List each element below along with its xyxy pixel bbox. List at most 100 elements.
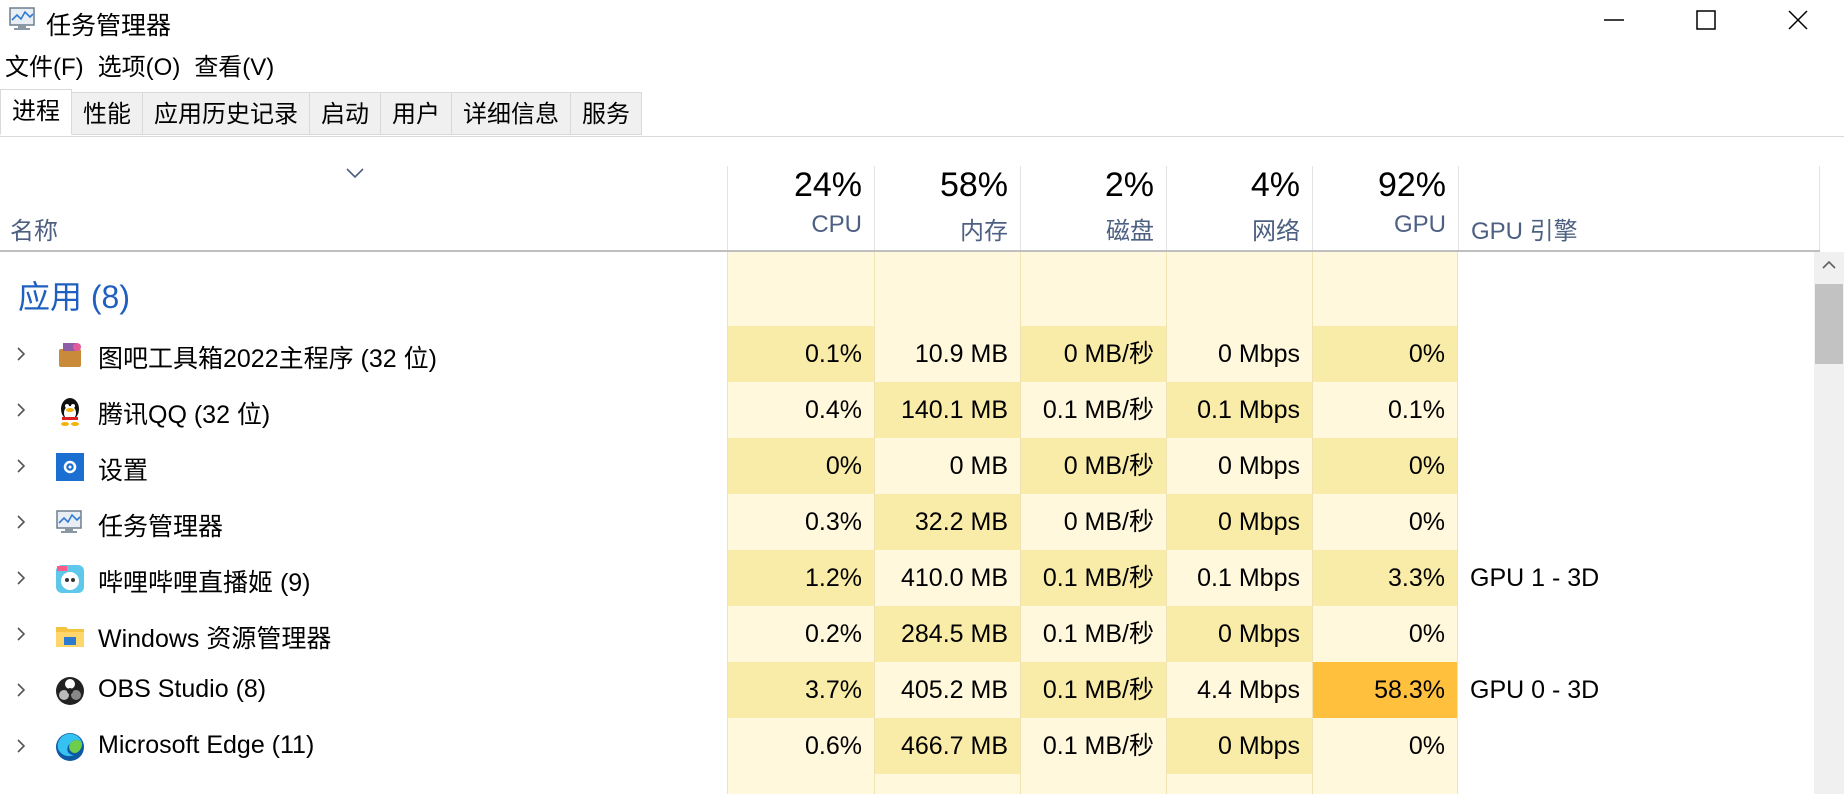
chevron-right-icon[interactable]: [14, 400, 28, 420]
header-name[interactable]: 名称: [10, 211, 58, 246]
table-row[interactable]: OBS Studio (8) 3.7% 405.2 MB 0.1 MB/秒 4.4 Mb…: [0, 662, 1812, 718]
header-memory[interactable]: 58% 内存: [874, 166, 1020, 250]
vertical-scrollbar[interactable]: [1814, 252, 1844, 794]
cell-empty: [1166, 774, 1312, 794]
table-row[interactable]: Windows 资源管理器 0.2% 284.5 MB 0.1 MB/秒 0 Mbps 0…: [0, 606, 1812, 662]
header-network-percent: 4%: [1250, 166, 1300, 204]
cell-disk: 0 MB/秒: [1020, 494, 1166, 550]
chevron-right-icon[interactable]: [14, 456, 28, 476]
cell-cpu: 0.3%: [727, 494, 874, 550]
header-gpu-label: GPU: [1393, 211, 1446, 238]
cell-net: 4.4 Mbps: [1166, 662, 1312, 718]
maximize-icon: [1696, 10, 1716, 30]
cell-gpu: 0%: [1312, 494, 1458, 550]
window-title: 任务管理器: [46, 12, 172, 40]
tab-app-history[interactable]: 应用历史记录: [143, 92, 310, 135]
title-bar: 任务管理器: [0, 0, 1844, 40]
bilibili-live-icon: [56, 565, 84, 593]
settings-gear-icon: [56, 453, 84, 481]
group-title: 应用 (8): [18, 279, 131, 315]
close-button[interactable]: [1752, 0, 1844, 40]
tab-startup[interactable]: 启动: [310, 92, 381, 135]
cell-disk: 0 MB/秒: [1020, 326, 1166, 382]
scrollbar-thumb[interactable]: [1815, 284, 1843, 364]
maximize-button[interactable]: [1660, 0, 1752, 40]
group-header-apps[interactable]: 应用 (8): [0, 252, 1812, 326]
menu-view[interactable]: 查看(V): [189, 50, 279, 86]
cell-mem: 32.2 MB: [874, 494, 1020, 550]
cell-gpu: 0%: [1312, 438, 1458, 494]
cell-cpu: 0%: [727, 438, 874, 494]
cell-gpu: 0%: [1312, 606, 1458, 662]
chevron-right-icon[interactable]: [14, 512, 28, 532]
cell-net: 0.1 Mbps: [1166, 382, 1312, 438]
cell-net: 0 Mbps: [1166, 494, 1312, 550]
tab-performance[interactable]: 性能: [72, 92, 143, 135]
header-gpu-engine-label: GPU 引擎: [1471, 218, 1578, 245]
header-memory-label: 内存: [960, 218, 1008, 245]
process-name: 图吧工具箱2022主程序 (32 位): [98, 345, 437, 373]
edge-icon: [56, 733, 84, 761]
header-disk-percent: 2%: [1104, 166, 1154, 204]
chevron-right-icon[interactable]: [14, 568, 28, 588]
cell-disk: 0.1 MB/秒: [1020, 606, 1166, 662]
chevron-right-icon[interactable]: [14, 624, 28, 644]
header-network[interactable]: 4% 网络: [1166, 166, 1312, 250]
cell-disk: 0.1 MB/秒: [1020, 662, 1166, 718]
tab-services[interactable]: 服务: [571, 92, 642, 135]
table-row[interactable]: 任务管理器 0.3% 32.2 MB 0 MB/秒 0 Mbps 0%: [0, 494, 1812, 550]
table-row[interactable]: 腾讯QQ (32 位) 0.4% 140.1 MB 0.1 MB/秒 0.1 Mbps 0…: [0, 382, 1812, 438]
cell-gpu: 58.3%: [1312, 662, 1458, 718]
process-name: 哔哩哔哩直播姬 (9): [98, 569, 311, 597]
scroll-up-arrow-icon[interactable]: [1820, 258, 1838, 272]
table-row[interactable]: Microsoft Edge (11) 0.6% 466.7 MB 0.1 MB/秒 0…: [0, 718, 1812, 774]
chevron-right-icon[interactable]: [14, 680, 28, 700]
cell-mem: 405.2 MB: [874, 662, 1020, 718]
cell-net: 0 Mbps: [1166, 438, 1312, 494]
group-cell-disk: [1020, 252, 1166, 326]
cell-disk: 0 MB/秒: [1020, 438, 1166, 494]
cell-gpu: 0.1%: [1312, 382, 1458, 438]
header-gpu-engine[interactable]: GPU 引擎: [1458, 166, 1820, 250]
cell-mem: 410.0 MB: [874, 550, 1020, 606]
header-cpu[interactable]: 24% CPU: [727, 166, 874, 250]
header-gpu-percent: 92%: [1377, 166, 1446, 204]
cell-cpu: 0.1%: [727, 326, 874, 382]
process-name: 腾讯QQ (32 位): [98, 401, 271, 429]
task-manager-icon: [56, 510, 82, 533]
tab-details[interactable]: 详细信息: [452, 92, 571, 135]
menu-file[interactable]: 文件(F): [0, 50, 89, 86]
process-name: 设置: [98, 457, 149, 485]
tab-processes[interactable]: 进程: [0, 89, 72, 135]
header-disk-label: 磁盘: [1106, 218, 1154, 245]
tab-bar: 进程 性能 应用历史记录 启动 用户 详细信息 服务: [0, 86, 1844, 137]
chevron-down-icon[interactable]: [344, 166, 366, 180]
process-list: 应用 (8) 图吧工具箱2022主程序 (32 位) 0.1% 10.9 MB 0 M…: [0, 252, 1812, 794]
process-name: Microsoft Edge (11): [98, 731, 315, 759]
cell-gpu-engine: GPU 0 - 3D: [1470, 676, 1600, 704]
group-cell-network: [1166, 252, 1312, 326]
header-gpu[interactable]: 92% GPU: [1312, 166, 1458, 250]
cell-net: 0 Mbps: [1166, 718, 1312, 774]
cell-empty: [874, 774, 1020, 794]
task-manager-icon: [9, 7, 35, 30]
tab-users[interactable]: 用户: [381, 92, 452, 135]
table-row[interactable]: 图吧工具箱2022主程序 (32 位) 0.1% 10.9 MB 0 MB/秒 0 Mb…: [0, 326, 1812, 382]
column-header: 名称 24% CPU 58% 内存 2% 磁盘 4% 网络 92% GPU GP…: [0, 166, 1820, 252]
chevron-right-icon[interactable]: [14, 344, 28, 364]
cell-gpu: 3.3%: [1312, 550, 1458, 606]
qq-penguin-icon: [61, 398, 79, 426]
process-name: Windows 资源管理器: [98, 625, 332, 653]
menu-options[interactable]: 选项(O): [93, 50, 186, 86]
header-disk[interactable]: 2% 磁盘: [1020, 166, 1166, 250]
toolbox-icon: [59, 343, 81, 367]
minimize-button[interactable]: [1568, 0, 1660, 40]
header-cpu-percent: 24%: [793, 166, 862, 204]
chevron-right-icon[interactable]: [14, 736, 28, 756]
cell-net: 0.1 Mbps: [1166, 550, 1312, 606]
cell-disk: 0.1 MB/秒: [1020, 550, 1166, 606]
cell-cpu: 0.2%: [727, 606, 874, 662]
table-row[interactable]: 设置 0% 0 MB 0 MB/秒 0 Mbps 0%: [0, 438, 1812, 494]
cell-mem: 466.7 MB: [874, 718, 1020, 774]
table-row[interactable]: 哔哩哔哩直播姬 (9) 1.2% 410.0 MB 0.1 MB/秒 0.1 Mbps 3…: [0, 550, 1812, 606]
